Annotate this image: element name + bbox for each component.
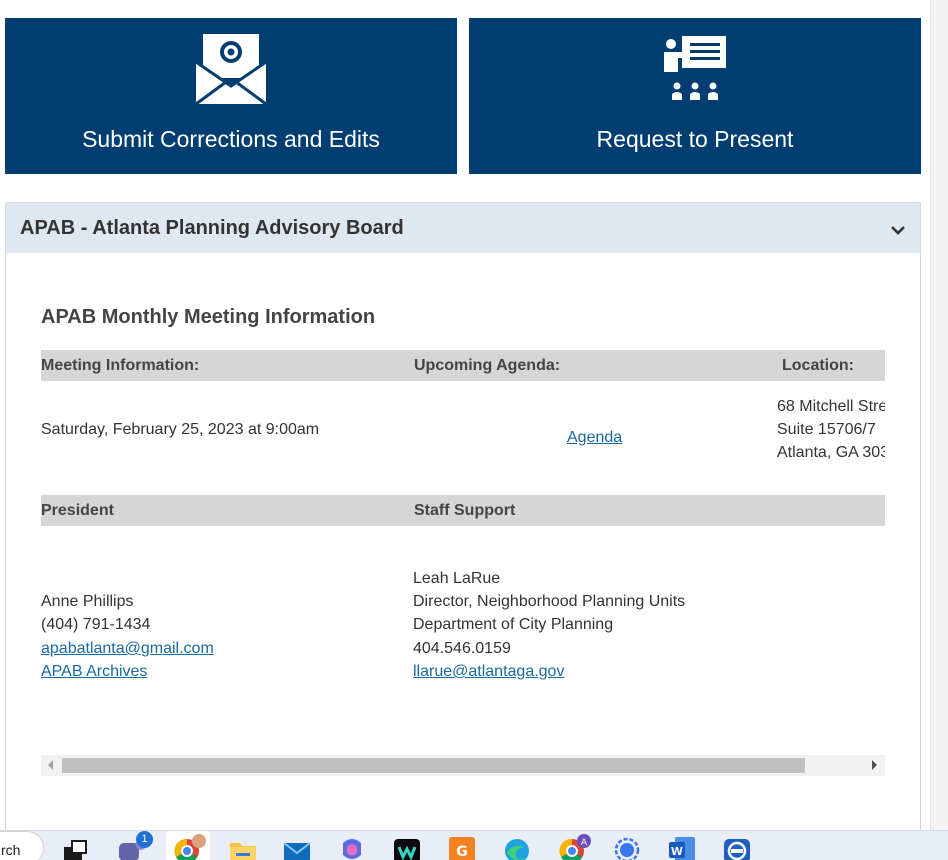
staff-email-link[interactable]: llarue@atlantaga.gov [413,660,564,683]
meeting-info-header: Meeting Information: [41,357,200,374]
taskbar: rch 1 G A W [0,830,948,860]
location-line-1: 68 Mitchell Street [777,398,885,415]
request-to-present-tile[interactable]: Request to Present [469,18,921,174]
request-to-present-label: Request to Present [596,126,794,152]
president-phone: (404) 791-1434 [41,616,151,633]
signal-icon[interactable] [612,833,642,860]
svg-text:A: A [581,838,588,848]
webex-icon[interactable] [392,833,422,860]
staff-title: Director, Neighborhood Planning Units [413,593,686,610]
presentation-icon [664,34,726,107]
svg-text:W: W [671,845,683,858]
scroll-right-arrow-icon[interactable] [872,760,877,770]
meeting-table-viewport: APAB Monthly Meeting Information Meeting… [41,300,885,700]
word-icon[interactable]: W [667,833,697,860]
scrollbar-thumb[interactable] [62,758,805,773]
scroll-left-arrow-icon[interactable] [48,760,53,770]
president-header: President [41,502,114,519]
location-line-2: Suite 15706/7 [777,421,876,438]
chevron-down-icon[interactable] [890,223,906,241]
teams-notification-badge: 1 [136,831,153,848]
staff-department: Department of City Planning [413,616,614,633]
meeting-header-row: Meeting Information: Upcoming Agenda: Lo… [41,350,885,381]
submit-corrections-label: Submit Corrections and Edits [82,126,380,152]
svg-text:G: G [456,844,468,860]
horizontal-scrollbar[interactable] [41,755,885,776]
president-name: Anne Phillips [41,593,134,610]
copilot-icon[interactable] [337,833,367,860]
vpn-icon[interactable] [722,833,752,860]
contacts-header-row: President Staff Support [41,495,885,526]
chrome-profile-icon[interactable]: A [557,833,591,860]
president-email-link[interactable]: apabatlanta@gmail.com [41,637,214,660]
submit-corrections-tile[interactable]: Submit Corrections and Edits [5,18,457,174]
meeting-date: Saturday, February 25, 2023 at 9:00am [41,421,320,438]
agenda-header: Upcoming Agenda: [414,357,561,374]
foxit-icon[interactable]: G [447,833,477,860]
page-scrollbar[interactable] [930,0,948,830]
agenda-link[interactable]: Agenda [567,426,622,449]
chrome-icon[interactable] [166,831,210,860]
meeting-info-title: APAB Monthly Meeting Information [41,306,376,328]
edge-icon[interactable] [502,833,532,860]
location-header: Location: [782,357,854,374]
email-envelope-icon [194,32,268,111]
taskbar-search-text: rch [1,842,21,858]
task-view-icon[interactable] [62,833,92,860]
accordion-title: APAB - Atlanta Planning Advisory Board [20,217,404,239]
staff-support-header: Staff Support [414,502,516,519]
apab-accordion-header[interactable]: APAB - Atlanta Planning Advisory Board [5,202,921,254]
staff-phone: 404.546.0159 [413,640,511,657]
location-line-3: Atlanta, GA 30303 [777,444,885,461]
apab-archives-link[interactable]: APAB Archives [41,660,147,683]
taskbar-search[interactable]: rch [0,831,44,860]
file-explorer-icon[interactable] [228,833,258,860]
mail-icon[interactable] [282,833,312,860]
staff-name: Leah LaRue [413,570,501,587]
